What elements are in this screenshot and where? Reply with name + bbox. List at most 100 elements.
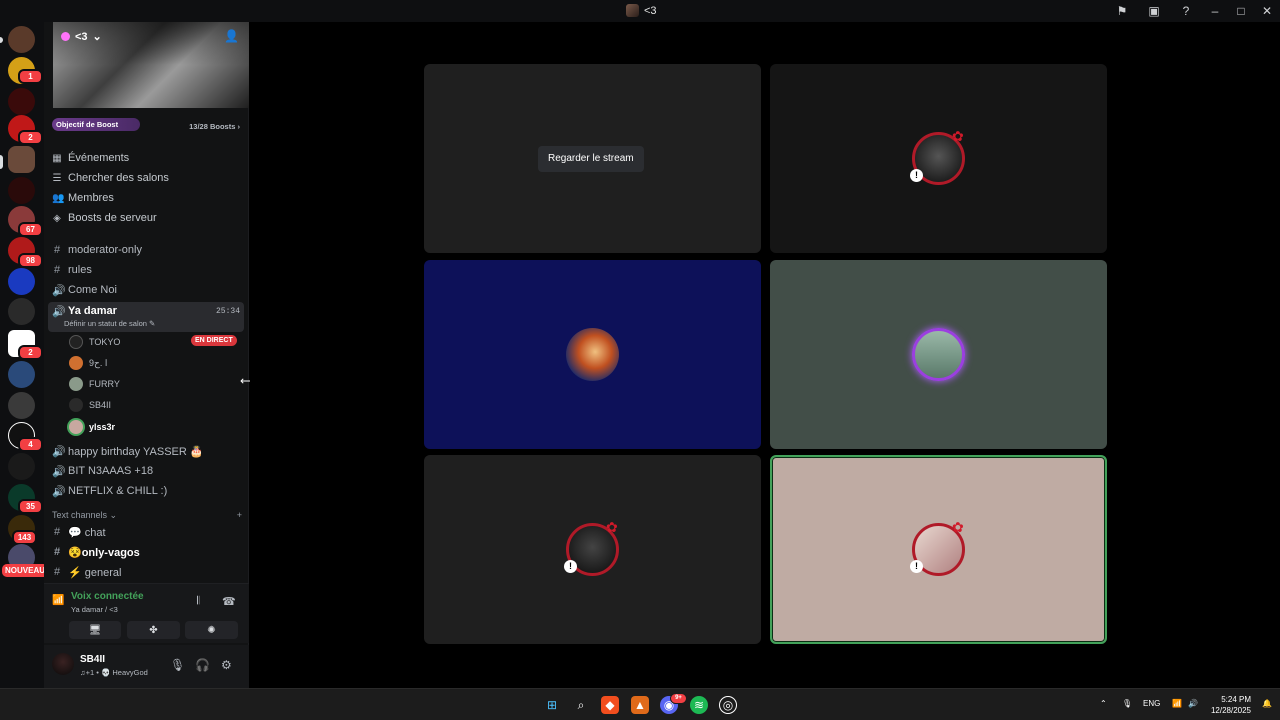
voice-connected-subtitle[interactable]: Ya damar / <3 <box>71 605 118 614</box>
server-icon[interactable] <box>8 26 35 53</box>
close-icon[interactable]: ✕ <box>1254 0 1280 22</box>
menu-members[interactable]: 👥 Membres <box>52 189 114 207</box>
search-icon[interactable]: ⌕ <box>572 696 590 714</box>
voice-connection-panel: 📶 Voix connectée Ya damar / <3 𝄃 ☎ ▧ 🖥 ✤… <box>44 583 249 643</box>
channel-netflix[interactable]: 🔊 NETFLIX & CHILL :) <box>52 482 240 500</box>
channel-moderator-only[interactable]: # moderator-only <box>52 241 240 259</box>
voice-member[interactable]: FURRY <box>69 375 120 393</box>
activities-button[interactable]: ✤ <box>127 621 180 639</box>
server-icon[interactable] <box>8 453 35 480</box>
clock-date: 12/28/2025 <box>1210 706 1251 715</box>
inbox-icon[interactable]: ▣ <box>1138 0 1170 22</box>
invite-user-icon[interactable]: 👤 <box>224 29 239 43</box>
server-icon[interactable] <box>8 361 35 388</box>
channel-label: moderator-only <box>68 244 142 256</box>
members-icon: 👥 <box>52 192 65 204</box>
disconnect-icon[interactable]: ☎ <box>222 595 236 608</box>
mention-badge: 4 <box>18 437 43 452</box>
voice-call-grid: Regarder le stream ✿ ! ✿ ! ✿ ! <box>250 22 1280 688</box>
menu-label: Événements <box>68 152 130 164</box>
server-icon[interactable] <box>8 177 35 204</box>
voice-connected-title[interactable]: Voix connectée <box>71 591 144 602</box>
title-bar: <3 ⚑ ▣ ? – □ ✕ <box>0 0 1280 22</box>
live-badge: EN DIRECT <box>191 335 237 346</box>
microphone-icon[interactable]: 🎙 <box>170 658 185 672</box>
channel-label: 💬 chat <box>68 526 106 539</box>
noise-suppression-icon[interactable]: 𝄃 <box>197 595 199 608</box>
boost-goal[interactable]: Objectif de Boost 13/28 Boosts › <box>52 118 240 131</box>
maximize-icon[interactable]: □ <box>1228 0 1254 22</box>
channel-rules[interactable]: # rules <box>52 261 240 279</box>
voice-member-speaking[interactable]: ylss3r <box>69 418 115 436</box>
headphones-icon[interactable]: 🎧 <box>195 658 210 672</box>
spotify-icon[interactable]: ≋ <box>690 696 708 714</box>
participant-tile[interactable] <box>770 260 1107 449</box>
notifications-icon[interactable]: 🔔 <box>1262 699 1272 708</box>
participant-tile[interactable] <box>424 260 761 449</box>
add-channel-icon[interactable]: + <box>237 510 242 521</box>
chevron-up-icon[interactable]: ⌃ <box>1100 699 1107 708</box>
server-name: <3 <box>75 30 88 43</box>
channel-only-vagos[interactable]: # 😵only-vagos <box>52 543 240 561</box>
channel-bit[interactable]: 🔊 BIT N3AAAS +18 <box>52 462 240 480</box>
channel-birthday[interactable]: 🔊 happy birthday YASSER 🎂 <box>52 442 240 460</box>
boost-goal-label: Objectif de Boost <box>52 118 141 131</box>
watch-stream-button[interactable]: Regarder le stream <box>538 146 644 172</box>
volume-icon[interactable]: 🔊 <box>1188 699 1198 708</box>
voice-member[interactable]: ا .ح9 <box>69 354 107 372</box>
speaker-icon: 🔊 <box>52 284 66 297</box>
server-header[interactable]: <3 ⌄ <box>61 30 102 43</box>
channel-status-prompt[interactable]: Définir un statut de salon ✎ <box>64 319 155 328</box>
avatar[interactable] <box>52 653 74 675</box>
server-icon[interactable] <box>8 268 35 295</box>
stream-tile[interactable]: Regarder le stream <box>424 64 761 253</box>
channel-chat[interactable]: # 💬 chat <box>52 523 240 541</box>
participant-tile[interactable]: ✿ ! <box>424 455 761 644</box>
app-icon[interactable]: ▲ <box>631 696 649 714</box>
flag-icon[interactable]: ⚑ <box>1106 0 1138 22</box>
participant-tile-speaking[interactable]: ✿ ! <box>770 455 1107 644</box>
wifi-icon[interactable]: 📶 <box>1172 699 1182 708</box>
server-icon[interactable] <box>8 88 35 115</box>
menu-label: Membres <box>68 192 114 204</box>
clock[interactable]: 5:24 PM 12/28/2025 <box>1205 694 1251 716</box>
user-name[interactable]: SB4II <box>80 654 105 665</box>
hashtag-icon: # <box>53 526 61 538</box>
help-icon[interactable]: ? <box>1170 0 1202 22</box>
server-banner[interactable]: <3 ⌄ 👤 <box>53 22 249 108</box>
avatar-decoration-icon: ✿ <box>952 519 964 535</box>
muted-icon: ! <box>910 560 923 573</box>
menu-events[interactable]: ▦ Événements <box>52 149 129 167</box>
speaker-icon: 🔊 <box>52 445 66 458</box>
server-icon[interactable] <box>8 146 35 173</box>
voice-member[interactable]: TOKYO EN DIRECT <box>69 333 239 351</box>
channel-general[interactable]: # ⚡ general <box>52 563 240 581</box>
participant-tile[interactable]: ✿ ! <box>770 64 1107 253</box>
member-name: SB4II <box>89 400 112 410</box>
category-text-channels[interactable]: Text channels ⌄ + <box>52 510 242 521</box>
microphone-icon[interactable]: 🎙 <box>1122 699 1132 708</box>
member-name: ylss3r <box>89 422 116 432</box>
avatar <box>69 335 83 349</box>
app-icon[interactable]: ◎ <box>719 696 737 714</box>
member-name: ا .ح9 <box>89 357 108 368</box>
channel-ya-damar[interactable]: 🔊 Ya damar Définir un statut de salon ✎ … <box>48 302 244 332</box>
boost-gem-icon <box>61 32 70 41</box>
server-icon[interactable] <box>8 298 35 325</box>
menu-label: Boosts de serveur <box>68 212 157 224</box>
language-indicator[interactable]: ENG <box>1143 699 1160 708</box>
menu-browse-channels[interactable]: ☰ Chercher des salons <box>52 169 169 187</box>
screen-share-button[interactable]: 🖥 <box>69 621 121 639</box>
brave-browser-icon[interactable]: ◆ <box>601 696 619 714</box>
settings-gear-icon[interactable]: ⚙ <box>221 658 232 672</box>
avatar <box>566 328 619 381</box>
server-icon[interactable] <box>8 392 35 419</box>
soundboard-button[interactable]: ✺ <box>185 621 238 639</box>
avatar-decoration-icon: ✿ <box>606 519 618 535</box>
minimize-icon[interactable]: – <box>1202 0 1228 22</box>
windows-start-icon[interactable]: ⊞ <box>543 696 561 714</box>
hashtag-icon: # <box>53 546 61 558</box>
channel-come-noi[interactable]: 🔊 Come Noi <box>52 281 240 299</box>
voice-member[interactable]: SB4II <box>69 396 111 414</box>
menu-server-boosts[interactable]: ◈ Boosts de serveur <box>52 209 157 227</box>
